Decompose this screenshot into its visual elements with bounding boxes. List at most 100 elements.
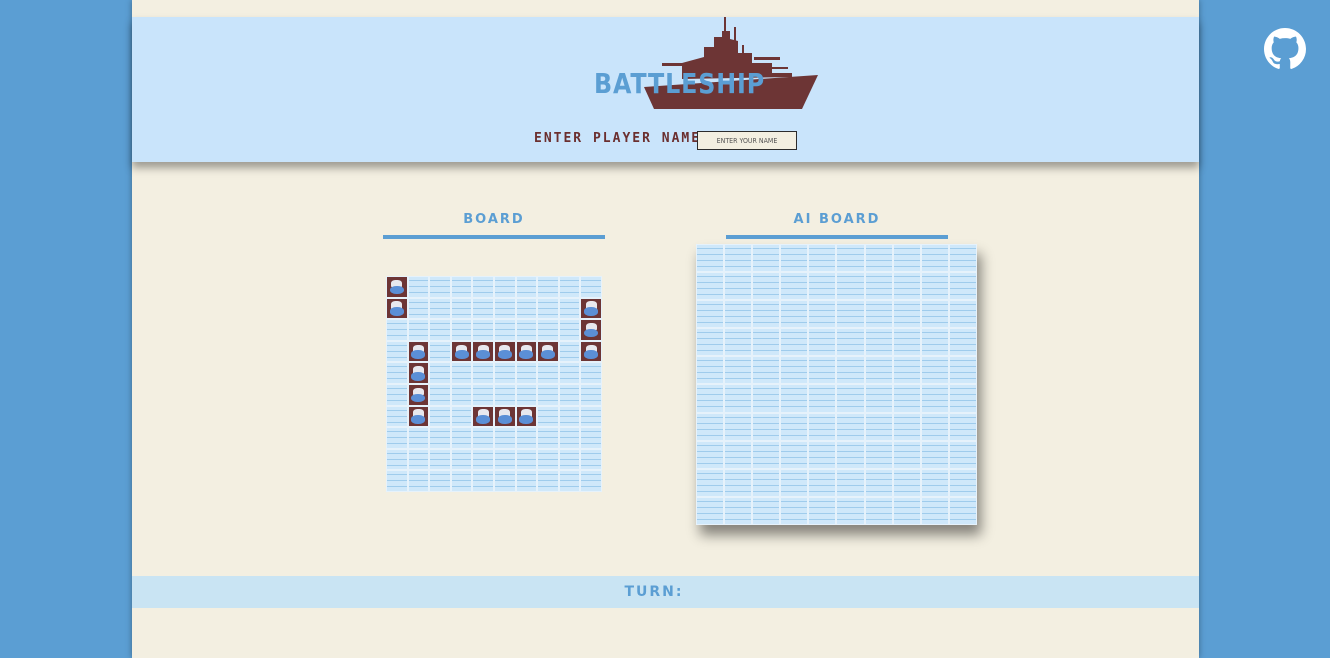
player-board-water-cell[interactable] xyxy=(450,297,473,320)
ai-board-water-cell[interactable] xyxy=(724,328,753,357)
ai-board-water-cell[interactable] xyxy=(696,328,725,357)
ai-board-water-cell[interactable] xyxy=(696,440,725,469)
player-board-water-cell[interactable] xyxy=(407,448,430,471)
ai-board-water-cell[interactable] xyxy=(696,244,725,273)
player-board-ship-cell[interactable] xyxy=(407,340,430,363)
player-board-water-cell[interactable] xyxy=(407,276,430,298)
player-board-water-cell[interactable] xyxy=(537,405,559,428)
player-board-water-cell[interactable] xyxy=(472,297,494,320)
ai-board-water-cell[interactable] xyxy=(948,468,977,497)
ai-board-water-cell[interactable] xyxy=(948,356,977,385)
ai-board-water-cell[interactable] xyxy=(724,272,753,301)
ai-board-water-cell[interactable] xyxy=(864,384,893,413)
ai-board-water-cell[interactable] xyxy=(696,412,725,441)
ai-board-water-cell[interactable] xyxy=(752,300,781,329)
ai-board-water-cell[interactable] xyxy=(864,468,893,497)
player-board-water-cell[interactable] xyxy=(515,319,538,341)
player-board-water-cell[interactable] xyxy=(558,362,581,384)
ai-board-water-cell[interactable] xyxy=(752,328,781,357)
player-board-water-cell[interactable] xyxy=(429,297,451,320)
player-board-water-cell[interactable] xyxy=(537,383,559,406)
ai-board-water-cell[interactable] xyxy=(780,496,809,525)
ai-board-water-cell[interactable] xyxy=(808,468,837,497)
ai-board-water-cell[interactable] xyxy=(724,440,753,469)
ai-board-water-cell[interactable] xyxy=(780,356,809,385)
player-board-water-cell[interactable] xyxy=(450,448,473,471)
ai-board-water-cell[interactable] xyxy=(864,496,893,525)
ai-board-water-cell[interactable] xyxy=(724,384,753,413)
player-board-ship-cell[interactable] xyxy=(450,340,473,363)
player-board-water-cell[interactable] xyxy=(472,470,494,492)
ai-board-water-cell[interactable] xyxy=(836,384,865,413)
ai-board-water-cell[interactable] xyxy=(948,412,977,441)
player-board-water-cell[interactable] xyxy=(472,276,494,298)
ai-board-water-cell[interactable] xyxy=(836,440,865,469)
player-board-water-cell[interactable] xyxy=(558,276,581,298)
ai-board-water-cell[interactable] xyxy=(836,412,865,441)
player-board-water-cell[interactable] xyxy=(450,362,473,384)
ai-board-water-cell[interactable] xyxy=(808,384,837,413)
ai-board-water-cell[interactable] xyxy=(864,440,893,469)
player-board-ship-cell[interactable] xyxy=(537,340,559,363)
ai-board-water-cell[interactable] xyxy=(864,328,893,357)
player-board-water-cell[interactable] xyxy=(429,427,451,449)
player-board-ship-cell[interactable] xyxy=(472,340,494,363)
ai-board-water-cell[interactable] xyxy=(808,272,837,301)
player-board-water-cell[interactable] xyxy=(558,297,581,320)
ai-board-water-cell[interactable] xyxy=(724,244,753,273)
player-board-water-cell[interactable] xyxy=(450,319,473,341)
ai-board-water-cell[interactable] xyxy=(752,272,781,301)
player-board-ship-cell[interactable] xyxy=(580,319,602,341)
player-board-water-cell[interactable] xyxy=(537,427,559,449)
player-board-water-cell[interactable] xyxy=(580,383,602,406)
player-board-ship-cell[interactable] xyxy=(407,405,430,428)
player-board-water-cell[interactable] xyxy=(386,362,408,384)
player-board-water-cell[interactable] xyxy=(386,470,408,492)
player-board-water-cell[interactable] xyxy=(472,427,494,449)
player-board-ship-cell[interactable] xyxy=(515,340,538,363)
player-board-water-cell[interactable] xyxy=(493,297,516,320)
ai-board-water-cell[interactable] xyxy=(752,412,781,441)
player-board-water-cell[interactable] xyxy=(386,427,408,449)
ai-board-water-cell[interactable] xyxy=(920,496,949,525)
ai-board-water-cell[interactable] xyxy=(780,244,809,273)
ai-board-water-cell[interactable] xyxy=(808,440,837,469)
player-board-water-cell[interactable] xyxy=(558,405,581,428)
ai-board-water-cell[interactable] xyxy=(920,384,949,413)
ai-board-water-cell[interactable] xyxy=(920,412,949,441)
ai-board-water-cell[interactable] xyxy=(724,496,753,525)
ai-board-water-cell[interactable] xyxy=(920,440,949,469)
ai-board-water-cell[interactable] xyxy=(752,384,781,413)
player-board-water-cell[interactable] xyxy=(515,427,538,449)
player-board-water-cell[interactable] xyxy=(537,276,559,298)
ai-board-water-cell[interactable] xyxy=(920,468,949,497)
ai-board-water-cell[interactable] xyxy=(892,384,921,413)
ai-board-water-cell[interactable] xyxy=(836,468,865,497)
ai-board-water-cell[interactable] xyxy=(696,300,725,329)
ai-board-water-cell[interactable] xyxy=(920,356,949,385)
player-board-water-cell[interactable] xyxy=(558,340,581,363)
player-board-water-cell[interactable] xyxy=(386,340,408,363)
player-board-water-cell[interactable] xyxy=(429,383,451,406)
player-board-water-cell[interactable] xyxy=(386,405,408,428)
player-board-water-cell[interactable] xyxy=(580,470,602,492)
player-board-water-cell[interactable] xyxy=(580,448,602,471)
ai-board-water-cell[interactable] xyxy=(892,300,921,329)
player-board-water-cell[interactable] xyxy=(580,276,602,298)
player-board-water-cell[interactable] xyxy=(558,448,581,471)
ai-board-water-cell[interactable] xyxy=(948,244,977,273)
player-board-water-cell[interactable] xyxy=(558,470,581,492)
player-board-water-cell[interactable] xyxy=(386,319,408,341)
player-board-water-cell[interactable] xyxy=(558,427,581,449)
ai-board-water-cell[interactable] xyxy=(808,496,837,525)
player-board-water-cell[interactable] xyxy=(493,319,516,341)
ai-board-water-cell[interactable] xyxy=(724,356,753,385)
ai-board-water-cell[interactable] xyxy=(836,356,865,385)
player-board-water-cell[interactable] xyxy=(429,340,451,363)
ai-board-water-cell[interactable] xyxy=(864,244,893,273)
ai-board-water-cell[interactable] xyxy=(864,300,893,329)
ai-board-water-cell[interactable] xyxy=(948,272,977,301)
ai-board-water-cell[interactable] xyxy=(892,272,921,301)
player-board-water-cell[interactable] xyxy=(407,297,430,320)
player-board-water-cell[interactable] xyxy=(429,470,451,492)
